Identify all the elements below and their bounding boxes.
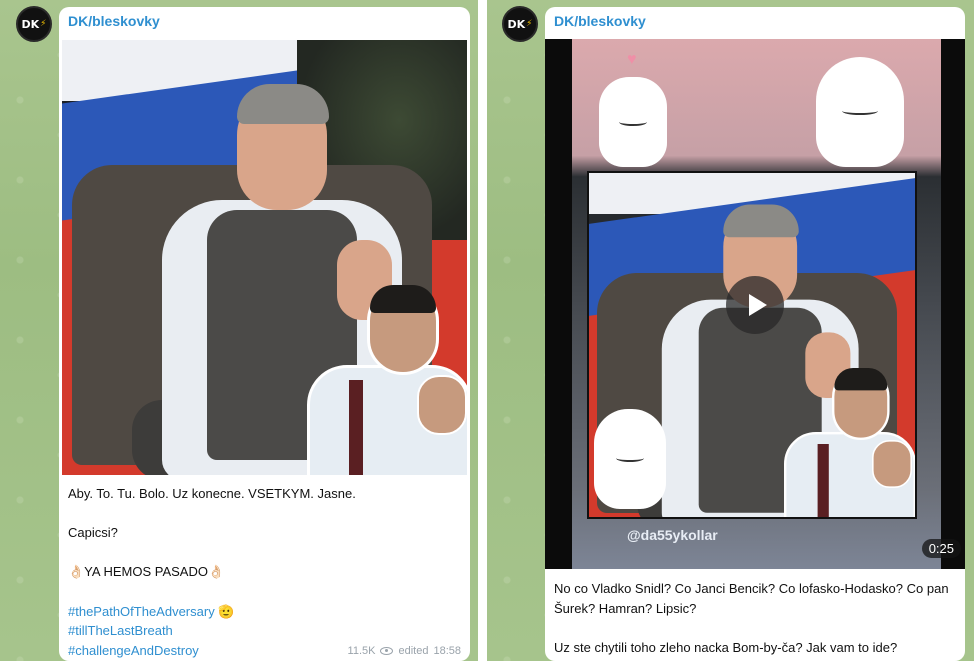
video-watermark: @da55ykollar [627, 527, 718, 543]
message-line: 👌🏻YA HEMOS PASADO👌🏻 [68, 564, 225, 580]
bunny-sticker [594, 409, 666, 509]
chat-panel-right: DK ⚡ DK/bleskovky ♥ @da55ykollar 0:25 No… [487, 0, 974, 661]
lightning-icon: ⚡ [40, 19, 47, 29]
view-count: 11.5K [347, 645, 376, 657]
message-text: No co Vladko Snidl? Co Janci Bencik? Co … [554, 579, 956, 658]
channel-avatar[interactable]: DK ⚡ [502, 6, 538, 42]
video-duration: 0:25 [921, 539, 961, 558]
avatar-label: DK [507, 17, 526, 31]
video-player[interactable]: ♥ @da55ykollar 0:25 [545, 39, 965, 569]
play-button[interactable] [726, 276, 784, 334]
message-line: No co Vladko Snidl? Co Janci Bencik? Co … [554, 581, 949, 616]
message-meta: 11.5K edited 18:58 [348, 645, 461, 657]
avatar-label: DK [21, 17, 40, 31]
message-bubble: DK/bleskovky Aby. To. Tu. Bolo. Uz konec… [59, 7, 470, 661]
bear-sticker [816, 57, 904, 167]
cutout-man-ok-gesture [307, 285, 467, 475]
cat-sticker [599, 77, 667, 167]
message-line: Capicsi? [68, 525, 118, 541]
chat-panel-left: DK ⚡ DK/bleskovky Aby. To. Tu. Bolo. Uz k… [0, 0, 478, 661]
play-icon [748, 294, 767, 316]
message-line: Aby. To. Tu. Bolo. Uz konecne. VSETKYM. … [68, 486, 356, 501]
lightning-icon: ⚡ [526, 19, 533, 29]
hashtag-link[interactable]: #thePathOfTheAdversary 🫡 [68, 602, 461, 622]
eye-icon [380, 647, 394, 655]
message-text: Aby. To. Tu. Bolo. Uz konecne. VSETKYM. … [68, 484, 461, 660]
post-photo[interactable] [62, 40, 467, 475]
hashtag-link[interactable]: #tillTheLastBreath [68, 621, 461, 641]
channel-name[interactable]: DK/bleskovky [68, 13, 160, 29]
heart-icon: ♥ [627, 51, 637, 68]
channel-avatar[interactable]: DK ⚡ [16, 6, 52, 42]
channel-name[interactable]: DK/bleskovky [554, 13, 646, 29]
message-bubble: DK/bleskovky ♥ @da55ykollar 0:25 No co V… [545, 7, 965, 661]
edited-label: edited [398, 645, 429, 657]
message-line: Uz ste chytili toho zleho nacka Bom-by-č… [554, 640, 898, 656]
message-time: 18:58 [433, 645, 461, 657]
